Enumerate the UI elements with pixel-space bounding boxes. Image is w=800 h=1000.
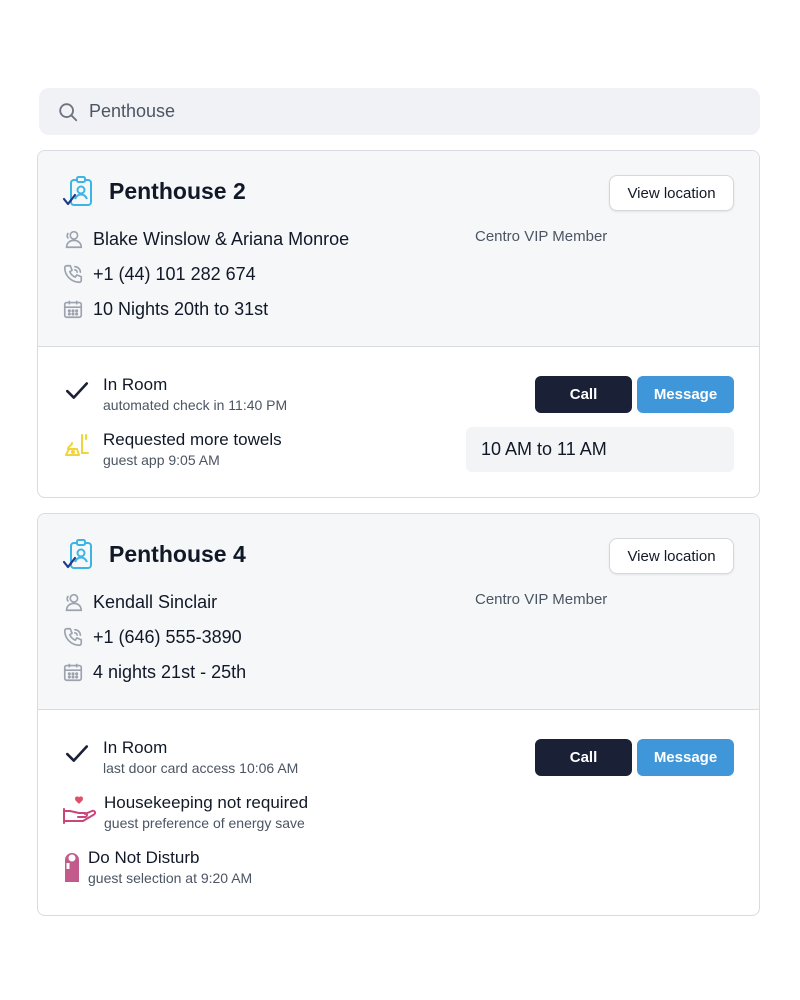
room-badge-icon [62, 176, 92, 206]
phone-row: +1 (44) 101 282 674 [62, 263, 256, 285]
activity-item: Housekeeping not required guest preferen… [62, 793, 308, 832]
call-button[interactable]: Call [535, 739, 632, 776]
calendar-icon [63, 663, 83, 682]
activity-item: In Room automated check in 11:40 PM [62, 375, 287, 414]
guest-icon [65, 593, 83, 612]
guest-name: Kendall Sinclair [93, 591, 218, 612]
membership-label: Centro VIP Member [475, 228, 608, 245]
call-button[interactable]: Call [535, 376, 632, 413]
door-hanger-icon [65, 853, 79, 882]
check-icon [65, 745, 89, 762]
heart-hand-icon [63, 796, 96, 824]
activity-subtitle: guest preference of energy save [104, 815, 305, 831]
guest-icon [65, 230, 83, 249]
activity-subtitle: last door card access 10:06 AM [103, 760, 299, 776]
room-card-header: Penthouse 2 View location Blake Winslow … [38, 151, 759, 347]
stay-row: 4 nights 21st - 25th [62, 661, 246, 683]
message-button[interactable]: Message [637, 376, 734, 413]
search-input[interactable] [89, 101, 689, 122]
time-slot: 10 AM to 11 AM [466, 427, 734, 472]
view-location-button[interactable]: View location [609, 175, 734, 211]
room-title: Penthouse 4 [109, 541, 246, 567]
activity-subtitle: guest app 9:05 AM [103, 452, 220, 468]
phone-icon [63, 264, 83, 284]
message-button[interactable]: Message [637, 739, 734, 776]
room-card-penthouse-4: Penthouse 4 View location Kendall Sincla… [37, 513, 760, 916]
stay-duration: 4 nights 21st - 25th [93, 661, 247, 682]
view-location-button[interactable]: View location [609, 538, 734, 574]
check-icon [65, 382, 89, 399]
activity-title: In Room [103, 738, 168, 757]
search-bar[interactable] [39, 88, 760, 135]
phone-number: +1 (44) 101 282 674 [93, 263, 256, 284]
activity-title: Requested more towels [103, 430, 282, 449]
activity-subtitle: guest selection at 9:20 AM [88, 870, 253, 886]
guest-row: Blake Winslow & Ariana Monroe [62, 228, 349, 250]
activity-item: Do Not Disturb guest selection at 9:20 A… [62, 848, 252, 887]
room-card-header: Penthouse 4 View location Kendall Sincla… [38, 514, 759, 710]
search-icon [59, 102, 78, 121]
activity-title: Housekeeping not required [104, 793, 309, 812]
towels-request-icon [65, 434, 89, 456]
phone-row: +1 (646) 555-3890 [62, 626, 242, 648]
room-title: Penthouse 2 [109, 178, 246, 204]
phone-icon [63, 627, 83, 647]
calendar-icon [63, 300, 83, 319]
activity-item: Requested more towels guest app 9:05 AM [62, 430, 282, 469]
activity-item: In Room last door card access 10:06 AM [62, 738, 298, 777]
stay-duration: 10 Nights 20th to 31st [93, 298, 269, 319]
guest-row: Kendall Sinclair [62, 591, 217, 613]
membership-label: Centro VIP Member [475, 591, 608, 608]
stay-row: 10 Nights 20th to 31st [62, 298, 268, 320]
phone-number: +1 (646) 555-3890 [93, 626, 242, 647]
activity-subtitle: automated check in 11:40 PM [103, 397, 288, 413]
room-card-penthouse-2: Penthouse 2 View location Blake Winslow … [37, 150, 760, 498]
room-badge-icon [62, 539, 92, 569]
activity-title: Do Not Disturb [88, 848, 200, 867]
guest-name: Blake Winslow & Ariana Monroe [93, 228, 350, 249]
activity-title: In Room [103, 375, 168, 394]
